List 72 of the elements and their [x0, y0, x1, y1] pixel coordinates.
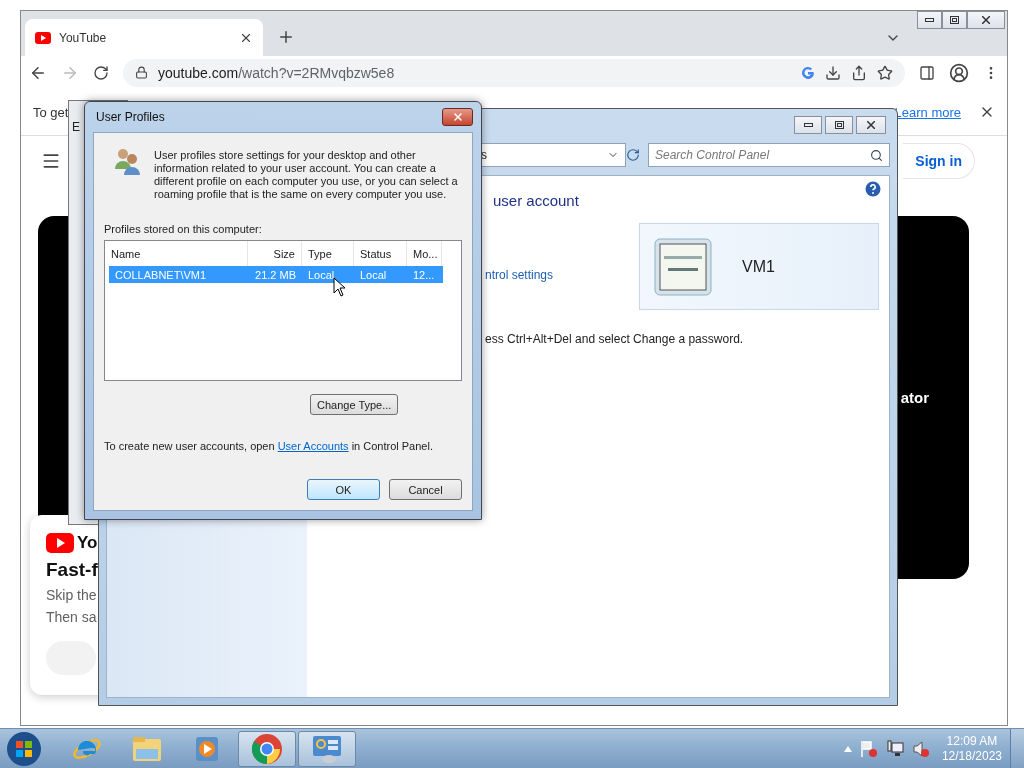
profile-icon[interactable] [949, 62, 969, 83]
dialog-title: User Profiles [96, 110, 165, 124]
list-label: Profiles stored on this computer: [104, 223, 263, 235]
user-accounts-link[interactable]: User Accounts [277, 440, 349, 452]
profiles-list[interactable]: Name Size Type Status Mo... COLLABNET\VM1 21.2 MB Local Local 12... [104, 240, 462, 381]
refresh-icon[interactable] [626, 148, 640, 162]
dialog-button[interactable]: OK [307, 479, 380, 500]
side-panel-icon[interactable] [919, 64, 935, 81]
google-icon[interactable] [801, 65, 815, 80]
promo-title: Fast-f [46, 559, 99, 581]
restore-icon [950, 16, 959, 24]
youtube-icon [46, 533, 74, 553]
dialog-button[interactable]: Cancel [389, 479, 462, 500]
youtube-icon [35, 31, 51, 44]
infobar-text: To get [33, 104, 69, 120]
url-host: youtube.com [158, 64, 239, 81]
show-desktop-button[interactable] [1010, 728, 1024, 768]
search-icon [870, 148, 883, 162]
password-note: ess Ctrl+Alt+Del and select Change a password. [485, 332, 745, 346]
start-button[interactable] [4, 729, 44, 768]
table-cell-text: Local [307, 268, 336, 281]
media-player-icon [194, 734, 220, 763]
promo-text: Then sa [46, 609, 98, 625]
promo-text: Skip the [46, 587, 98, 603]
mouse-cursor-icon [333, 277, 346, 297]
close-icon [451, 111, 464, 123]
table-cell-text: 21.2 MB [254, 268, 297, 281]
close-icon [867, 121, 875, 129]
minimize-button[interactable] [917, 11, 942, 29]
close-icon [982, 16, 990, 24]
footer-text: To create new user accounts, open User Accounts in Control Panel. [104, 440, 434, 452]
table-cell-text: COLLABNET\VM1 [114, 268, 208, 281]
logo-text: Yo [77, 533, 98, 553]
share-icon[interactable] [851, 64, 867, 81]
window-title: E [72, 120, 80, 134]
taskbar-app[interactable] [238, 730, 296, 767]
flag-icon[interactable] [859, 739, 878, 758]
search-field[interactable]: Search Control Panel [648, 143, 890, 167]
chrome-icon [251, 732, 283, 765]
minimize-icon [925, 18, 934, 22]
close-button[interactable] [442, 108, 473, 126]
control-panel-icon [311, 733, 343, 764]
minimize-icon [803, 123, 813, 127]
account-name: VM1 [742, 257, 775, 276]
install-icon[interactable] [825, 64, 841, 81]
taskbar-app[interactable] [298, 730, 356, 767]
table-cell-text: 12... [412, 268, 436, 281]
video-caption: ator [900, 389, 929, 406]
menu-icon[interactable] [41, 151, 61, 171]
url-path: /watch?v=2RMvqbzw5e8 [238, 64, 396, 81]
folder-icon [131, 734, 163, 763]
table-cell-text: Local [359, 268, 388, 281]
sign-in-button[interactable]: Sign in [903, 143, 975, 179]
browser-tab[interactable]: YouTube [25, 19, 263, 56]
restore-icon [834, 121, 844, 129]
bookmark-star-icon[interactable] [877, 64, 893, 81]
minimize-button[interactable] [794, 116, 822, 134]
new-tab-icon[interactable] [277, 28, 295, 46]
close-window-button[interactable] [967, 11, 1005, 29]
reload-icon[interactable] [93, 64, 109, 81]
speaker-icon[interactable] [911, 739, 930, 758]
network-icon[interactable] [885, 739, 904, 758]
restore-button[interactable] [825, 116, 853, 134]
address-bar[interactable]: youtube.com/watch?v=2RMvqbzw5e8 [123, 58, 905, 87]
close-window-button[interactable] [856, 116, 886, 134]
restore-button[interactable] [942, 11, 967, 29]
dialog-description: User profiles store settings for your desktop and other information related to your user account. You can create a different profile on each computer you use, or you can select a roaming profile that is the same on every computer you use. [154, 149, 459, 201]
help-icon[interactable] [865, 181, 881, 197]
change-type-button[interactable]: Change Type... [310, 394, 399, 415]
page-heading: user account [493, 192, 580, 209]
settings-link[interactable]: ntrol settings [485, 268, 554, 282]
lock-icon [135, 66, 148, 79]
